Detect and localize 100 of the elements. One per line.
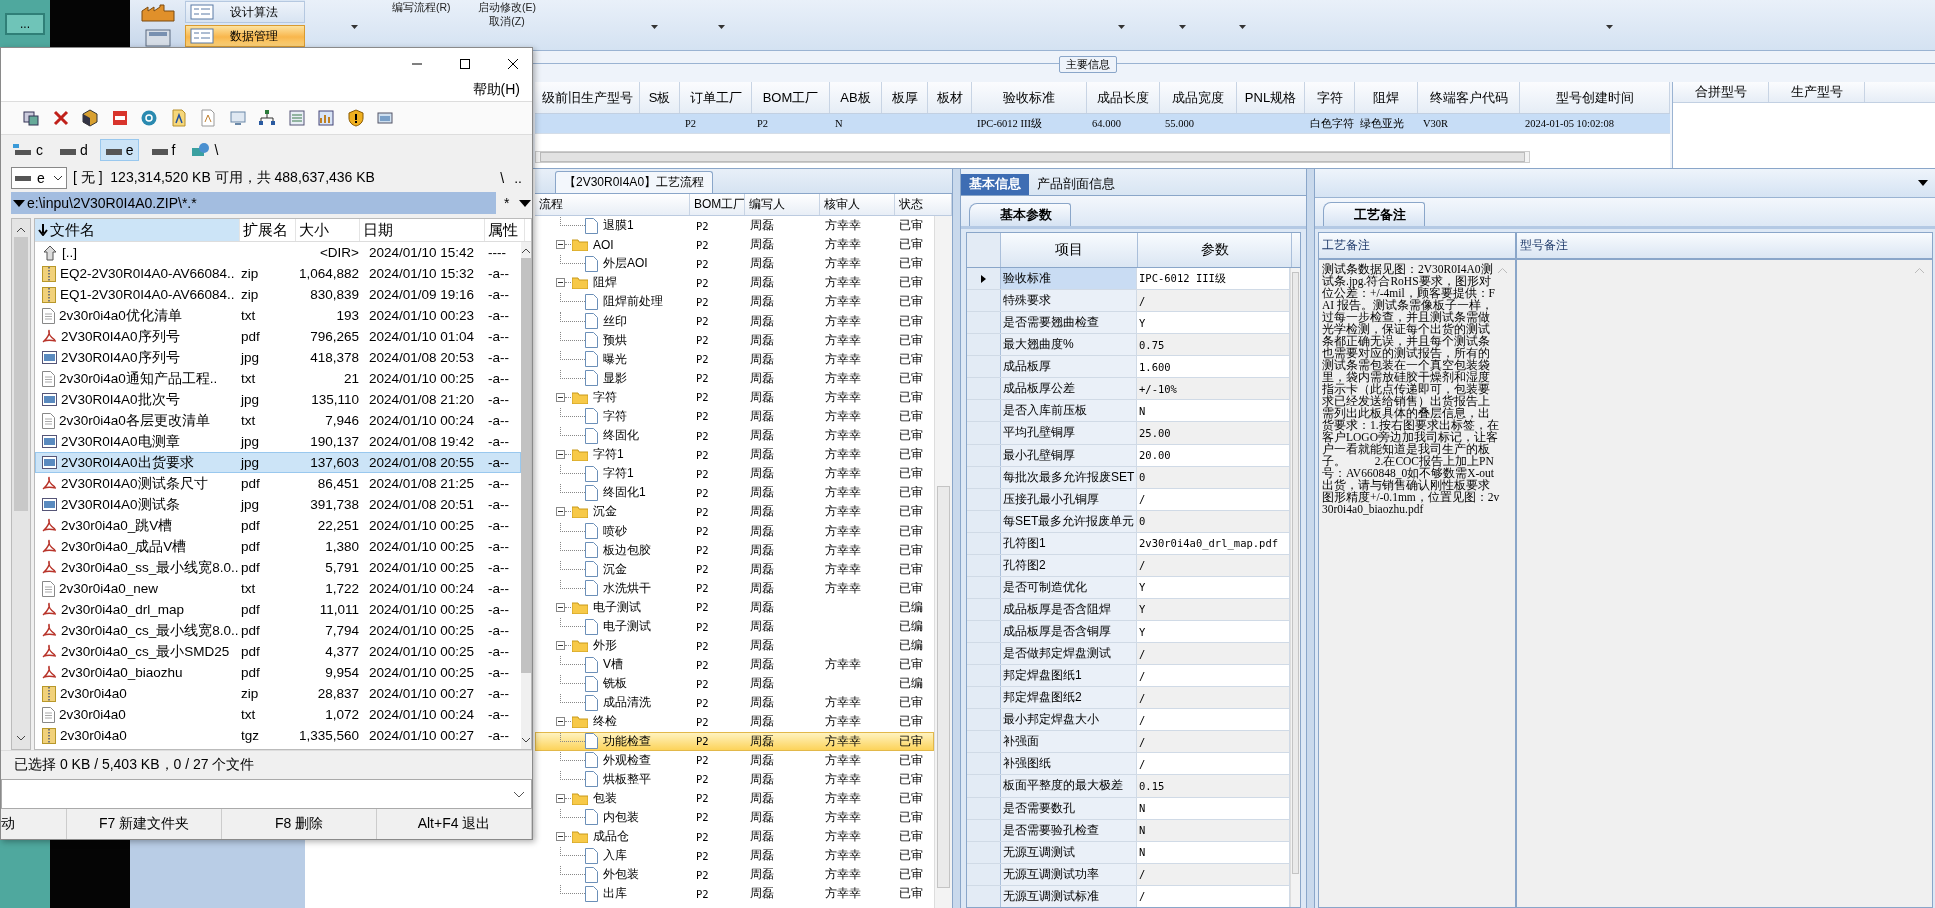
column-header[interactable]: 验收标准 xyxy=(972,82,1087,113)
tree-row[interactable]: 字符1 P2 周磊 方幸幸 已审 xyxy=(535,445,935,465)
tree-row[interactable]: 入库 P2 周磊 方幸幸 已审 xyxy=(535,846,935,866)
column-header[interactable]: 板材 xyxy=(928,82,972,113)
scroll-up-icon[interactable] xyxy=(521,248,531,254)
tree-row[interactable]: 阻焊 P2 周磊 方幸幸 已审 xyxy=(535,273,935,293)
file-row[interactable]: 2v30r0i4a0_cs_最小SMD25 pdf 4,377 2024/01/10 00:25 -a-- xyxy=(35,641,521,662)
menu-command[interactable]: 启动修改(E) xyxy=(478,1,536,15)
close-icon[interactable] xyxy=(507,57,519,70)
column-header[interactable]: 板厚 xyxy=(882,82,928,113)
file-row[interactable]: 2V30R0I4A0测试条 jpg 391,738 2024/01/08 20:51 -a-- xyxy=(35,494,521,515)
tree-row[interactable]: 阻焊前处理 P2 周磊 方幸幸 已审 xyxy=(535,292,935,312)
grid-row[interactable]: 是否需要数孔 N xyxy=(967,797,1290,820)
tree-row[interactable]: 退膜1 P2 周磊 方幸幸 已审 xyxy=(535,216,935,236)
file-row[interactable]: EQ2-2V30R0I4A0-AV66084.. zip 1,064,882 2024/01/10 15:32 -a-- xyxy=(35,263,521,284)
menu-command[interactable]: 编写流程(R) xyxy=(392,1,451,13)
dropdown-icon[interactable] xyxy=(1179,25,1186,29)
file-row[interactable]: 2v30r0i4a0 zip 28,837 2024/01/10 00:27 -a-- xyxy=(35,683,521,704)
column-header[interactable]: 终端客户代码 xyxy=(1418,82,1520,113)
tree-row[interactable]: 包装 P2 周磊 方幸幸 已审 xyxy=(535,788,935,808)
column-header[interactable]: 型号创建时间 xyxy=(1520,82,1670,113)
tree-row[interactable]: 板边包胶 P2 周磊 方幸幸 已审 xyxy=(535,540,935,560)
cube-icon[interactable] xyxy=(81,109,99,127)
tree-row[interactable]: 电子测试 P2 周磊 已编 xyxy=(535,597,935,617)
grid-row[interactable]: 是否需要翘曲检查 Y xyxy=(967,312,1290,335)
collapse-icon[interactable] xyxy=(556,717,565,727)
spreadsheet-icon[interactable] xyxy=(287,109,306,127)
grid-row[interactable]: 无源互调测试标准 / xyxy=(967,885,1290,907)
grid-row[interactable]: 无源互调测试功率 / xyxy=(967,863,1290,886)
grid-row[interactable]: 是否入库前压板 N xyxy=(967,400,1290,423)
document-icon[interactable] xyxy=(110,109,129,127)
grid-row[interactable]: 每SET最多允许报废单元 0 xyxy=(967,510,1290,533)
tree-row[interactable]: 内包装 P2 周磊 方幸幸 已审 xyxy=(535,807,935,827)
root-button[interactable]: \ xyxy=(500,170,505,186)
tree-row[interactable]: 成品清洗 P2 周磊 方幸幸 已审 xyxy=(535,693,935,713)
drive-button[interactable]: c xyxy=(9,140,47,160)
file-row[interactable]: [..] <DIR> 2024/01/10 15:42 ---- xyxy=(35,242,521,263)
subtab[interactable]: 基本参数 xyxy=(969,203,1071,226)
parent-button[interactable]: .. xyxy=(514,170,522,186)
column-header[interactable]: AB板 xyxy=(830,82,882,113)
file-row[interactable]: 2V30R0I4A0测试条尺寸 pdf 86,451 2024/01/08 21:25 -a-- xyxy=(35,473,521,494)
grid-row[interactable]: 补强图纸 / xyxy=(967,753,1290,776)
column-header[interactable]: 属性 xyxy=(485,219,525,241)
file-row[interactable]: 2v30r0i4a0_new txt 1,722 2024/01/10 00:24 -a-- xyxy=(35,578,521,599)
ribbon-button[interactable]: 数据管理 xyxy=(185,25,305,47)
column-header[interactable]: 成品宽度 xyxy=(1160,82,1237,113)
scroll-down-icon[interactable] xyxy=(16,735,26,741)
panel-tab[interactable]: 产品剖面信息 xyxy=(1029,174,1123,195)
chart-icon[interactable] xyxy=(317,109,335,127)
subtab[interactable]: 工艺备注 xyxy=(1323,202,1425,226)
grid-row[interactable]: 是否需要验孔检查 N xyxy=(967,819,1290,842)
collapse-icon[interactable] xyxy=(556,507,565,517)
column-header[interactable]: 订单工厂 xyxy=(680,82,752,113)
file-row[interactable]: 2v30r0i4a0_ss_最小线宽8.0.. pdf 5,791 2024/01/10 00:25 -a-- xyxy=(35,557,521,578)
tree-row[interactable]: 外包装 P2 周磊 方幸幸 已审 xyxy=(535,865,935,885)
tree-row[interactable]: V槽 P2 周磊 方幸幸 已审 xyxy=(535,655,935,675)
vertical-scrollbar[interactable] xyxy=(1290,268,1300,907)
collapse-icon[interactable] xyxy=(556,240,565,250)
column-header[interactable]: 成品长度 xyxy=(1087,82,1160,113)
file-row[interactable]: 2V30R0I4A0出货要求 jpg 137,603 2024/01/08 20:55 -a-- xyxy=(35,452,521,473)
grid-row[interactable]: 是否可制造优化 Y xyxy=(967,576,1290,599)
tree-row[interactable]: AOI P2 周磊 方幸幸 已审 xyxy=(535,235,935,255)
file-row[interactable]: 2V30R0I4A0电测章 jpg 190,137 2024/01/08 19:42 -a-- xyxy=(35,431,521,452)
caret-icon[interactable] xyxy=(513,790,525,798)
tree-row[interactable]: 外观检查 P2 周磊 方幸幸 已审 xyxy=(535,750,935,770)
dropdown-icon[interactable] xyxy=(1918,180,1928,186)
function-key-button[interactable]: Alt+F4 退出 xyxy=(377,809,532,839)
file-row[interactable]: 2v30r0i4a0 txt 1,072 2024/01/10 00:24 -a-- xyxy=(35,704,521,725)
column-header[interactable]: 字符 xyxy=(1305,82,1355,113)
collapse-icon[interactable] xyxy=(556,602,565,612)
tree-row[interactable]: 字符 P2 周磊 方幸幸 已审 xyxy=(535,406,935,427)
file-row[interactable]: 2v30r0i4a0_成品V槽 pdf 1,380 2024/01/10 00:25 -a-- xyxy=(35,536,521,557)
tree-row[interactable]: 喷砂 P2 周磊 方幸幸 已审 xyxy=(535,521,935,541)
column-header[interactable]: BOM工厂 xyxy=(690,194,745,215)
network-icon[interactable] xyxy=(258,109,276,127)
cross-icon[interactable] xyxy=(51,109,70,127)
window-icon[interactable] xyxy=(376,109,394,127)
vertical-scrollbar[interactable] xyxy=(11,218,31,750)
grid-row[interactable]: 补强面 / xyxy=(967,731,1290,754)
calculator-icon[interactable] xyxy=(144,28,171,47)
file-row[interactable]: 2v30r0i4a0各层更改清单 txt 7,946 2024/01/10 00:24 -a-- xyxy=(35,410,521,431)
collapse-icon[interactable] xyxy=(556,832,565,842)
file-row[interactable]: 2v30r0i4a0_cs_最小线宽8.0.. pdf 7,794 2024/01/10 00:25 -a-- xyxy=(35,620,521,641)
document-icon[interactable] xyxy=(169,109,188,127)
column-header[interactable]: 级前旧生产型号 xyxy=(535,82,640,113)
collapse-icon[interactable] xyxy=(556,450,565,460)
tree-row[interactable]: 外形 P2 周磊 已编 xyxy=(535,636,935,656)
grid-row[interactable]: 最大翘曲度% 0.75 xyxy=(967,334,1290,357)
file-row[interactable]: 2v30r0i4a0 tgz 1,335,560 2024/01/10 00:27 -a-- xyxy=(35,725,521,746)
grid-row[interactable]: 特殊要求 / xyxy=(967,290,1290,313)
drive-dropdown[interactable]: e xyxy=(11,167,67,189)
filter-button[interactable]: * xyxy=(504,195,510,211)
grid-row[interactable]: 成品板厚 1.600 xyxy=(967,356,1290,379)
file-row[interactable]: 2v30r0i4a0优化清单 txt 193 2024/01/10 00:23 -a-- xyxy=(35,305,521,326)
tree-row[interactable]: 烘板整平 P2 周磊 方幸幸 已审 xyxy=(535,769,935,789)
dropdown-icon[interactable] xyxy=(1239,25,1246,29)
dropdown-icon[interactable] xyxy=(519,199,532,207)
table-row[interactable]: P2 P2 N IPC-6012 III级 64.000 55.000 白色字符 绿色亚光 V30R 2024-01-05 10:02:08 xyxy=(535,114,1670,134)
drive-button[interactable]: e xyxy=(99,139,139,161)
file-row[interactable]: 2V30R0I4A0批次号 jpg 135,110 2024/01/08 21:20 -a-- xyxy=(35,389,521,410)
